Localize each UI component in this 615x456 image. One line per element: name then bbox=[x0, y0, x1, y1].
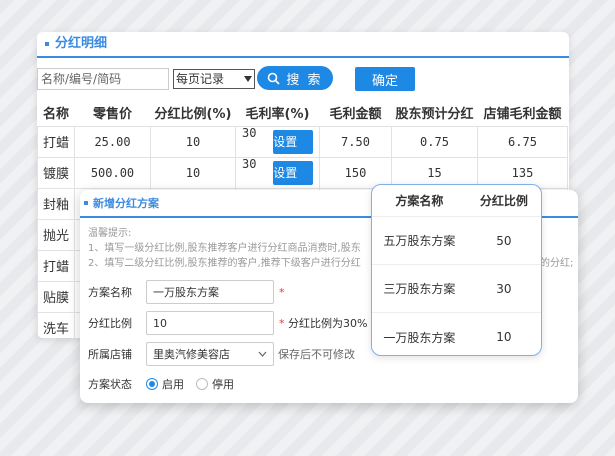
dialog-title: 新增分红方案 bbox=[93, 197, 159, 210]
plan-store-label: 所属店铺 bbox=[88, 348, 132, 361]
plan-list-header: 方案名称 分红比例 bbox=[372, 185, 541, 217]
plan-col-name: 方案名称 bbox=[395, 194, 444, 208]
panel-header: 分红明细 bbox=[37, 32, 569, 58]
tip-line-2-text: 2、填写二级分红比例,股东推荐的客户,推荐下级客户进行分红 bbox=[88, 258, 361, 269]
plan-list-item[interactable]: 一万股东方案 10 bbox=[372, 313, 541, 355]
plan-ratio: 30 bbox=[496, 281, 512, 296]
per-page-label: 每页记录 bbox=[176, 72, 225, 86]
chevron-down-icon bbox=[258, 351, 267, 357]
table-header-row: 名称 零售价 分红比例(%) 毛利率(%) 毛利金额 股东预计分红 店铺毛利金额 bbox=[37, 100, 568, 126]
per-page-select[interactable]: 每页记录 bbox=[173, 69, 255, 89]
status-disabled-label: 停用 bbox=[212, 378, 234, 391]
cell-name: 抛光 bbox=[37, 218, 75, 251]
search-button[interactable]: 搜 索 bbox=[257, 66, 333, 90]
plan-list-popover: 方案名称 分红比例 五万股东方案 50 三万股东方案 30 一万股东方案 10 bbox=[371, 184, 542, 356]
table-row: 打蜡 25.00 10 30 设置 7.50 0.75 6.75 bbox=[37, 125, 568, 158]
plan-store-select[interactable]: 里奥汽修美容店 bbox=[146, 342, 274, 366]
tips-title: 温馨提示: bbox=[88, 228, 132, 239]
confirm-button-label: 确定 bbox=[371, 73, 398, 89]
cell-name: 贴膜 bbox=[37, 280, 75, 313]
plan-name: 一万股东方案 bbox=[383, 330, 456, 345]
status-enabled-radio[interactable] bbox=[146, 378, 158, 390]
chevron-down-icon bbox=[244, 76, 252, 82]
plan-list-item[interactable]: 三万股东方案 30 bbox=[372, 265, 541, 313]
plan-store-value: 里奥汽修美容店 bbox=[153, 348, 230, 361]
cell-name: 打蜡 bbox=[37, 125, 75, 158]
plan-name-row: 方案名称 一万股东方案 * bbox=[88, 280, 285, 304]
plan-name-label: 方案名称 bbox=[88, 286, 132, 299]
cell-price: 25.00 bbox=[74, 125, 151, 158]
plan-name: 五万股东方案 bbox=[383, 234, 456, 248]
search-input[interactable] bbox=[37, 68, 169, 90]
cell-shop-profit: 6.75 bbox=[477, 125, 568, 158]
col-header-profit: 毛利金额 bbox=[319, 100, 392, 126]
tips: 温馨提示: 1、填写一级分红比例,股东推荐客户进行分红商品消费时,股东 2、填写… bbox=[88, 226, 573, 271]
toolbar: 每页记录 搜 索 确定 bbox=[37, 58, 569, 94]
col-header-margin: 毛利率(%) bbox=[235, 100, 320, 126]
plan-ratio: 50 bbox=[496, 233, 512, 248]
search-button-label: 搜 索 bbox=[286, 72, 323, 88]
plan-status-label: 方案状态 bbox=[88, 378, 132, 391]
col-header-shop-profit: 店铺毛利金额 bbox=[477, 100, 568, 126]
col-header-dividend: 股东预计分红 bbox=[391, 100, 478, 126]
tip-line-2: 2、填写二级分红比例,股东推荐的客户,推荐下级客户进行分红 的分红; bbox=[88, 256, 573, 271]
plan-col-ratio: 分红比例 bbox=[479, 194, 528, 208]
required-mark: * bbox=[279, 285, 285, 299]
plan-ratio-label: 分红比例 bbox=[88, 317, 132, 330]
search-icon bbox=[268, 72, 281, 85]
panel-title: 分红明细 bbox=[55, 36, 108, 51]
cell-ratio: 10 bbox=[150, 125, 236, 158]
plan-ratio-input[interactable]: 10 bbox=[146, 311, 274, 335]
cell-dividend: 0.75 bbox=[391, 125, 478, 158]
set-button[interactable]: 设置 bbox=[273, 129, 314, 154]
margin-value: 30 bbox=[242, 125, 257, 140]
tip-line-2-tail: 的分红; bbox=[540, 258, 574, 269]
col-header-ratio: 分红比例(%) bbox=[150, 100, 236, 126]
plan-name: 三万股东方案 bbox=[383, 282, 456, 296]
title-square-icon bbox=[45, 42, 49, 46]
cell-name: 打蜡 bbox=[37, 249, 75, 282]
cell-profit: 7.50 bbox=[319, 125, 392, 158]
cell-margin: 30 设置 bbox=[235, 156, 320, 189]
plan-ratio-row: 分红比例 10 * 分红比例为30% bbox=[88, 311, 367, 335]
title-square-icon bbox=[84, 201, 88, 205]
plan-name-input[interactable]: 一万股东方案 bbox=[146, 280, 274, 304]
store-hint: 保存后不可修改 bbox=[278, 348, 355, 361]
status-enabled-label: 启用 bbox=[162, 378, 184, 391]
ratio-hint: * 分红比例为30% bbox=[279, 317, 368, 330]
cell-ratio: 10 bbox=[150, 156, 236, 189]
cell-name: 洗车 bbox=[37, 311, 75, 338]
cell-margin: 30 设置 bbox=[235, 125, 320, 158]
plan-status-row: 方案状态 启用 停用 bbox=[88, 376, 234, 392]
plan-ratio: 10 bbox=[496, 330, 512, 344]
cell-price: 500.00 bbox=[74, 156, 151, 189]
plan-store-row: 所属店铺 里奥汽修美容店 保存后不可修改 bbox=[88, 342, 355, 366]
ratio-hint-text: 分红比例为30% bbox=[284, 317, 368, 330]
plan-name-value: 一万股东方案 bbox=[153, 286, 219, 299]
status-disabled-radio[interactable] bbox=[196, 378, 208, 390]
tip-line-1: 1、填写一级分红比例,股东推荐客户进行分红商品消费时,股东 bbox=[88, 243, 361, 254]
margin-value: 30 bbox=[242, 156, 257, 171]
plan-list-item[interactable]: 五万股东方案 50 bbox=[372, 217, 541, 265]
col-header-name: 名称 bbox=[37, 100, 75, 126]
set-button[interactable]: 设置 bbox=[273, 160, 314, 185]
plan-ratio-value: 10 bbox=[153, 316, 167, 330]
col-header-price: 零售价 bbox=[74, 100, 151, 126]
confirm-button[interactable]: 确定 bbox=[355, 67, 415, 91]
cell-name: 镀膜 bbox=[37, 156, 75, 189]
cell-name: 封釉 bbox=[37, 187, 75, 220]
